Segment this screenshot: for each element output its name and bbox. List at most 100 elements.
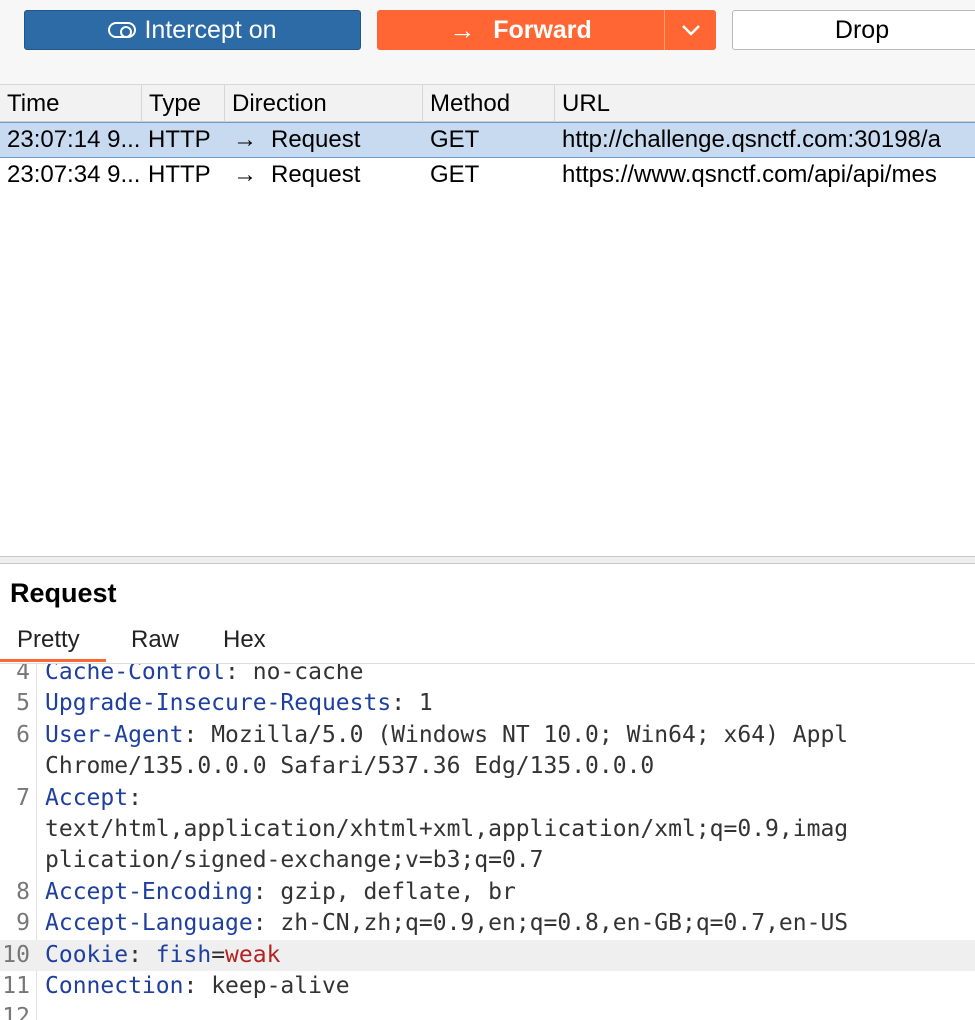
header-value: Chrome/135.0.0.0 Safari/537.36 Edg/135.0… [45,753,655,780]
header-separator: : [391,690,419,717]
active-tab-indicator [0,659,106,662]
code-line: 6 User-Agent: Mozilla/5.0 (Windows NT 10.… [0,720,975,751]
header-separator: : [252,878,281,905]
header-value: gzip, deflate, br [280,878,516,905]
intercept-label: Intercept on [144,15,277,44]
code-text: Cookie: fish=weak [45,940,280,971]
header-key: Accept-Language [45,910,253,937]
request-editor[interactable]: 4 Cache-Control: no-cache 5 Upgrade-Insecur… [0,664,975,1020]
request-panel-title: Request [10,578,117,608]
row-url: https://www.qsnctf.com/api/api/mes [562,161,937,188]
row-method: GET [430,161,480,188]
header-value: text/html,application/xhtml+xml,applicat… [45,816,849,842]
code-text: Chrome/135.0.0.0 Safari/537.36 Edg/135.0… [45,751,654,782]
column-header-time[interactable]: Time [0,85,142,122]
intercept-toolbar: Intercept on → Forward Drop [0,0,975,84]
forward-button-group: → Forward [377,10,716,50]
cookie-name: fish [155,941,212,968]
header-key: Accept [45,784,129,811]
table-row[interactable]: 23:07:34 9... HTTP → Request GET https://… [0,158,975,194]
code-text: User-Agent: Mozilla/5.0 (Windows NT 10.0… [45,720,848,751]
code-line: 10 Cookie: fish=weak [0,939,975,971]
row-direction: → Request [225,123,423,157]
code-text: Accept-Language: zh-CN,zh;q=0.9,en;q=0.8… [45,908,848,939]
code-line: plication/signed-exchange;v=b3;q=0.7 [0,845,975,876]
code-text: plication/signed-exchange;v=b3;q=0.7 [45,845,544,876]
code-text: Cache-Control: no-cache [45,664,364,688]
row-direction-label: Request [271,126,361,153]
forward-dropdown-button[interactable] [665,10,716,50]
code-line: 5 Upgrade-Insecure-Requests: 1 [0,688,975,719]
header-key: Connection [45,973,184,999]
header-separator: : [183,973,212,999]
header-value: Mozilla/5.0 (Windows NT 10.0; Win64; x64… [211,721,849,748]
header-value: no-cache [252,664,364,685]
tab-pretty[interactable]: Pretty [17,626,80,654]
proxy-intercept-window: Intercept on → Forward Drop Time Type Di… [0,0,975,1020]
line-number: 12 [2,1004,30,1020]
row-time: 23:07:34 9... [7,161,141,188]
tab-raw[interactable]: Raw [131,626,179,654]
code-line: Chrome/135.0.0.0 Safari/537.36 Edg/135.0… [0,751,975,782]
header-separator: : [128,784,142,811]
pane-splitter[interactable] [0,556,975,564]
code-text: text/html,application/xhtml+xml,applicat… [45,814,848,845]
drop-label: Drop [834,15,890,44]
row-direction: → Request [225,158,423,194]
header-separator: : [225,664,253,685]
header-key: Cache-Control [45,664,226,685]
column-header-type[interactable]: Type [142,85,225,122]
header-value: keep-alive [211,973,350,999]
code-line: 11 Connection: keep-alive [0,971,975,1002]
toggle-icon [108,22,137,38]
tab-hex[interactable]: Hex [223,626,266,654]
code-line: text/html,application/xhtml+xml,applicat… [0,814,975,845]
code-line: 9 Accept-Language: zh-CN,zh;q=0.9,en;q=0.… [0,908,975,939]
row-direction-label: Request [271,161,361,188]
row-type: HTTP [148,161,211,188]
header-separator: : [128,941,156,968]
table-row[interactable]: 23:07:14 9... HTTP → Request GET http://c… [0,122,975,158]
line-number: 10 [2,941,30,968]
header-key: Upgrade-Insecure-Requests [45,690,392,717]
row-url: http://challenge.qsnctf.com:30198/a [562,126,941,153]
header-separator: : [252,910,281,937]
column-header-method[interactable]: Method [423,85,555,122]
drop-button[interactable]: Drop [732,10,975,50]
cookie-value: weak [225,941,281,968]
column-header-url[interactable]: URL [555,85,975,122]
code-text: Connection: keep-alive [45,971,350,1002]
code-line: 8 Accept-Encoding: gzip, deflate, br [0,877,975,908]
code-text: Upgrade-Insecure-Requests: 1 [45,688,433,719]
intercept-table-body: 23:07:14 9... HTTP → Request GET http://c… [0,122,975,194]
code-text: Accept-Encoding: gzip, deflate, br [45,877,516,908]
header-value: 1 [418,690,433,717]
line-number: 4 [16,664,30,685]
line-number: 11 [2,973,30,999]
request-view-tabs: Pretty Raw Hex [0,624,975,664]
chevron-down-icon [681,25,700,36]
row-time: 23:07:14 9... [7,126,141,153]
arrow-right-icon: → [233,126,257,153]
code-line: 7 Accept: [0,783,975,814]
line-number: 8 [16,878,30,905]
forward-button[interactable]: → Forward [377,10,664,50]
code-line: 4 Cache-Control: no-cache [0,664,975,688]
forward-label: Forward [493,15,592,44]
line-number: 5 [16,690,30,717]
code-text: Accept: [45,783,142,814]
row-type: HTTP [148,126,211,153]
line-number: 6 [16,721,30,748]
header-key: Accept-Encoding [45,878,253,905]
arrow-right-icon: → [233,161,257,188]
header-separator: : [183,721,212,748]
code-line: 12 [0,1002,975,1020]
header-value: plication/signed-exchange;v=b3;q=0.7 [45,847,544,874]
header-key: User-Agent [45,721,184,748]
arrow-right-icon: → [449,14,476,45]
row-method: GET [430,126,480,153]
cookie-equals: = [211,941,226,968]
intercept-toggle-button[interactable]: Intercept on [24,10,361,50]
column-header-direction[interactable]: Direction [225,85,423,122]
line-number: 9 [16,910,30,937]
